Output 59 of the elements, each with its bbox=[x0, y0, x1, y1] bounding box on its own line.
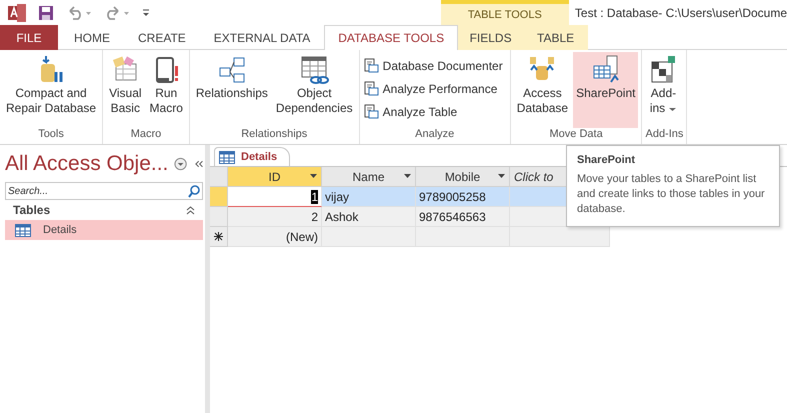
table-icon bbox=[15, 224, 31, 236]
ribbon-button[interactable]: Object Dependencies bbox=[272, 52, 356, 128]
ribbon-tab[interactable]: EXTERNAL DATA bbox=[200, 25, 324, 50]
table-icon bbox=[219, 150, 235, 164]
ribbon-button[interactable]: Analyze Performance bbox=[362, 78, 507, 100]
search-icon bbox=[187, 184, 201, 198]
section-header[interactable]: Tables bbox=[13, 203, 50, 217]
nav-item[interactable]: Details bbox=[5, 220, 203, 240]
caret-icon[interactable] bbox=[310, 174, 317, 178]
dropdown-icon[interactable] bbox=[174, 157, 188, 171]
pane-title: All Access Obje... bbox=[5, 152, 168, 176]
collapse-icon[interactable] bbox=[194, 159, 203, 169]
group-label: Macro bbox=[130, 128, 162, 142]
column-header[interactable]: ID bbox=[228, 167, 322, 187]
ribbon-button[interactable]: Analyze Table bbox=[362, 101, 507, 123]
ribbon-button[interactable]: Database Documenter bbox=[362, 55, 507, 77]
group-label: Add-Ins bbox=[645, 128, 684, 142]
column-header[interactable]: Name bbox=[322, 167, 416, 187]
table-cell: 9789005258 bbox=[416, 187, 510, 207]
group-label: Relationships bbox=[240, 128, 308, 142]
table-cell: 9876546563 bbox=[416, 207, 510, 227]
column-header[interactable]: Mobile bbox=[416, 167, 510, 187]
app-logo-icon bbox=[8, 4, 26, 22]
group-label: Tools bbox=[37, 128, 65, 142]
redo-icon[interactable] bbox=[104, 6, 130, 20]
tooltip-title: SharePoint bbox=[577, 154, 636, 166]
contextual-group-label: TABLE TOOLS bbox=[440, 0, 569, 25]
window-title: Test : Database- C:\Users\user\Docume bbox=[574, 6, 787, 20]
ribbon-button[interactable]: SharePoint bbox=[573, 52, 638, 128]
new-record-icon bbox=[214, 232, 223, 241]
table-link-icon bbox=[299, 54, 330, 86]
table-cell: Ashok bbox=[322, 207, 416, 227]
ribbon-tab[interactable]: CREATE bbox=[124, 25, 200, 50]
table-cell: (New) bbox=[228, 227, 322, 247]
group-label: Move Data bbox=[548, 128, 604, 142]
ribbon-tab[interactable]: HOME bbox=[60, 25, 124, 50]
collapse-icon[interactable] bbox=[186, 206, 195, 214]
ribbon-tab[interactable]: TABLE bbox=[523, 25, 588, 50]
ribbon-button[interactable]: Access Database bbox=[514, 52, 572, 128]
save-icon[interactable] bbox=[38, 4, 54, 20]
ribbon-button[interactable]: Run Macro bbox=[146, 52, 186, 128]
table-cell: 2 bbox=[228, 207, 322, 227]
search-field[interactable]: Search... bbox=[5, 182, 203, 200]
ribbon-button[interactable]: Relationships bbox=[192, 52, 271, 128]
table-cell: 1 bbox=[228, 187, 322, 207]
document-icon bbox=[362, 58, 379, 74]
ribbon-button[interactable]: Visual Basic bbox=[106, 52, 145, 128]
ribbon-button[interactable]: Add- ins bbox=[645, 52, 682, 128]
document-tab[interactable]: Details bbox=[214, 147, 290, 166]
ribbon-tab[interactable]: DATABASE TOOLS bbox=[324, 25, 458, 50]
group-label: Analyze bbox=[414, 128, 456, 142]
ribbon-tab[interactable]: FILE bbox=[0, 25, 58, 50]
caret-icon[interactable] bbox=[498, 174, 505, 178]
row-selector[interactable] bbox=[210, 227, 228, 247]
caret-icon[interactable] bbox=[404, 174, 411, 178]
ribbon-button[interactable]: Compact and Repair Database bbox=[3, 52, 100, 128]
table-cell: vijay bbox=[322, 187, 416, 207]
ribbon-tab[interactable]: FIELDS bbox=[458, 25, 524, 50]
customize-menu-icon[interactable] bbox=[142, 8, 150, 16]
